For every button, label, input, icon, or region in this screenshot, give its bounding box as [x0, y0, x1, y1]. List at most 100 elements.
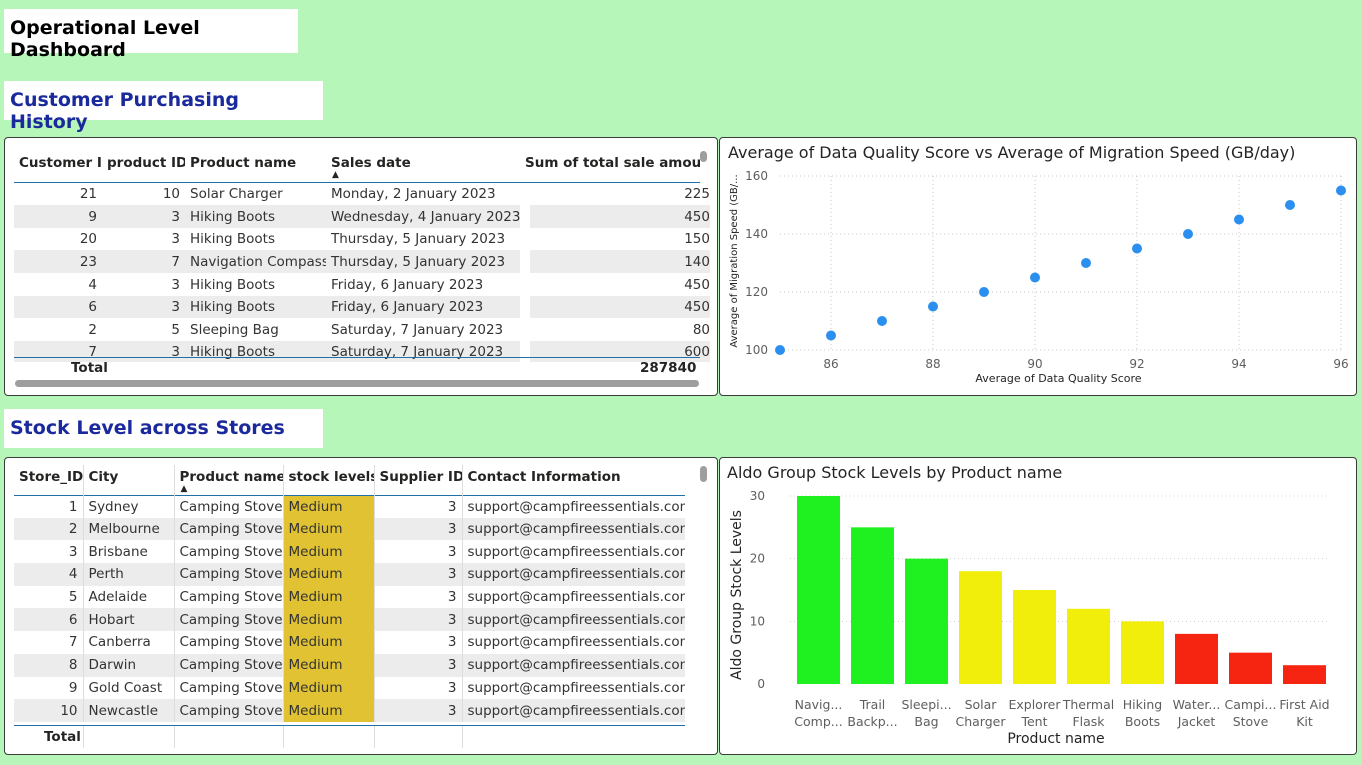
- cell-product-id: 5: [171, 321, 180, 338]
- cell-store-id: 6: [14, 608, 83, 632]
- cell-store-id: 1: [68, 498, 78, 515]
- table-row[interactable]: 4 3 Hiking Boots Friday, 6 January 2023 450: [14, 273, 710, 296]
- cell-customer-id: 9: [14, 205, 102, 228]
- table-row[interactable]: 2 Melbourne Camping Stove Medium 3 support@ca…: [14, 517, 685, 541]
- cell-product-id: 10: [162, 185, 180, 202]
- table-row[interactable]: 8 Darwin Camping Stove Medium 3 support@campf…: [14, 653, 685, 677]
- cell-product-name: Camping Stove: [173, 653, 283, 677]
- table-row[interactable]: 10 Newcastle Camping Stove Medium 3 support@c…: [14, 699, 685, 722]
- cell-stock-level: Medium: [282, 676, 374, 700]
- cell-product-name: Camping Stove: [173, 540, 283, 564]
- table-row[interactable]: 23 7 Navigation Compass Thursday, 5 January…: [14, 250, 710, 273]
- cell-contact-info[interactable]: support@campfireessentials.com: [461, 540, 685, 564]
- y-axis-label: Aldo Group Stock Levels: [729, 510, 745, 680]
- table-row[interactable]: 9 Gold Coast Camping Stove Medium 3 support@c…: [14, 676, 685, 700]
- table-row[interactable]: 20 3 Hiking Boots Thursday, 5 January 2023 1…: [14, 228, 710, 250]
- vertical-scrollbar[interactable]: [700, 151, 707, 162]
- column-header-customer-id[interactable]: Customer ID: [14, 148, 102, 182]
- cell-contact-info[interactable]: support@campfireessentials.com: [461, 608, 685, 632]
- section-title-stock: Stock Level across Stores: [4, 409, 323, 448]
- cell-contact-info[interactable]: support@campfireessentials.com: [461, 676, 685, 700]
- table-row[interactable]: 9 3 Hiking Boots Wednesday, 4 January 2023 4…: [14, 205, 710, 228]
- cell-contact-info[interactable]: support@campfireessentials.com: [461, 699, 685, 722]
- cell-city: Gold Coast: [82, 676, 174, 700]
- column-header-contact-info[interactable]: Contact Information: [461, 465, 685, 495]
- table-row[interactable]: 2 5 Sleeping Bag Saturday, 7 January 2023 80: [14, 318, 710, 341]
- purchase-table-body: 21 10 Solar Charger Monday, 2 January 2023 2…: [14, 182, 710, 362]
- cell-store-id: 8: [14, 653, 83, 677]
- cell-customer-id: 6: [14, 296, 102, 318]
- total-label: Total: [71, 360, 108, 376]
- cell-product-id: 3: [102, 296, 185, 318]
- bar[interactable]: [1013, 590, 1056, 684]
- bar[interactable]: [1067, 608, 1110, 684]
- cell-contact-info[interactable]: support@campfireessentials.com: [461, 517, 685, 541]
- cell-product-id: 3: [171, 276, 180, 293]
- cell-contact-info[interactable]: support@campfireessentials.com: [461, 585, 685, 609]
- scatter-point: [1234, 214, 1244, 225]
- column-header-sales-date[interactable]: Sales date ▲: [326, 148, 520, 182]
- horizontal-scrollbar[interactable]: [15, 380, 699, 387]
- cell-sales-date: Monday, 2 January 2023: [331, 185, 496, 202]
- column-header-city[interactable]: City: [82, 465, 174, 495]
- table-row[interactable]: 5 Adelaide Camping Stove Medium 3 support@cam…: [14, 585, 685, 609]
- cell-supplier-id: 3: [373, 699, 462, 722]
- cell-supplier-id: 3: [373, 563, 462, 586]
- total-divider: [462, 726, 463, 748]
- x-tick-label: Comp...: [794, 714, 842, 729]
- x-tick-label: 96: [1333, 357, 1348, 371]
- column-header-store-id[interactable]: Store_ID: [14, 465, 83, 495]
- column-header-product-id[interactable]: product ID: [102, 148, 185, 182]
- column-header-sum-total-sale[interactable]: Sum of total sale amount: [520, 148, 700, 182]
- cell-contact-info[interactable]: support@campfireessentials.com: [461, 495, 685, 518]
- y-axis-label: Average of Migration Speed (GB/...: [729, 174, 740, 347]
- cell-store-id: 7: [68, 634, 78, 651]
- bar[interactable]: [1229, 652, 1272, 684]
- table-row[interactable]: 3 Brisbane Camping Stove Medium 3 support@cam…: [14, 540, 685, 564]
- bar[interactable]: [1283, 665, 1326, 684]
- scatter-chart-panel: Average of Data Quality Score vs Average…: [719, 137, 1357, 396]
- cell-sales-date: Thursday, 5 January 2023: [331, 231, 506, 247]
- column-header-supplier-id[interactable]: Supplier ID: [373, 465, 462, 495]
- table-row[interactable]: 21 10 Solar Charger Monday, 2 January 2023 2…: [14, 182, 710, 205]
- bar[interactable]: [851, 527, 894, 684]
- x-tick-label: Stove: [1233, 714, 1269, 729]
- cell-store-id: 10: [14, 699, 83, 722]
- cell-contact-info[interactable]: support@campfireessentials.com: [461, 563, 685, 586]
- cell-city: Sydney: [82, 495, 174, 518]
- table-row[interactable]: 7 Canberra Camping Stove Medium 3 support@cam…: [14, 631, 685, 654]
- cell-stock-level: Medium: [282, 608, 374, 632]
- vertical-scrollbar[interactable]: [700, 466, 707, 482]
- stock-header-row: Store_ID City Product name ▲ stock level…: [14, 465, 685, 495]
- cell-store-id: 5: [68, 589, 78, 606]
- x-tick-label: Navig...: [795, 697, 843, 712]
- y-tick-label: 10: [750, 614, 765, 628]
- x-tick-label: Tent: [1020, 714, 1047, 729]
- cell-city: Melbourne: [82, 517, 174, 541]
- cell-product-name: Camping Stove: [173, 563, 283, 586]
- x-axis-label: Average of Data Quality Score: [975, 372, 1141, 385]
- table-row[interactable]: 6 3 Hiking Boots Friday, 6 January 2023 450: [14, 296, 710, 318]
- cell-city: Brisbane: [82, 540, 174, 564]
- cell-product-name: Hiking Boots: [190, 231, 275, 247]
- column-header-stock-levels[interactable]: stock levels: [282, 465, 374, 495]
- column-header-product-name[interactable]: Product name ▲: [173, 465, 283, 495]
- table-row[interactable]: 4 Perth Camping Stove Medium 3 support@campfi…: [14, 563, 685, 586]
- bar[interactable]: [797, 496, 840, 684]
- table-row[interactable]: 1 Sydney Camping Stove Medium 3 support@campf…: [14, 495, 685, 518]
- cell-sale-amount: 80: [692, 321, 710, 338]
- bar[interactable]: [905, 558, 948, 684]
- table-row[interactable]: 6 Hobart Camping Stove Medium 3 support@campf…: [14, 608, 685, 632]
- cell-city: Canberra: [82, 631, 174, 654]
- cell-customer-id: 23: [14, 250, 102, 273]
- bar[interactable]: [1175, 633, 1218, 684]
- cell-contact-info[interactable]: support@campfireessentials.com: [461, 631, 685, 654]
- cell-contact-info[interactable]: support@campfireessentials.com: [461, 653, 685, 677]
- bar[interactable]: [959, 571, 1002, 684]
- cell-city: Newcastle: [82, 699, 174, 722]
- column-header-product-name[interactable]: Product name: [185, 148, 326, 182]
- bar[interactable]: [1121, 621, 1164, 684]
- bar-chart-panel: Aldo Group Stock Levels by Product name …: [719, 457, 1357, 755]
- x-tick-label: 94: [1231, 357, 1246, 371]
- x-tick-label: 92: [1129, 357, 1144, 371]
